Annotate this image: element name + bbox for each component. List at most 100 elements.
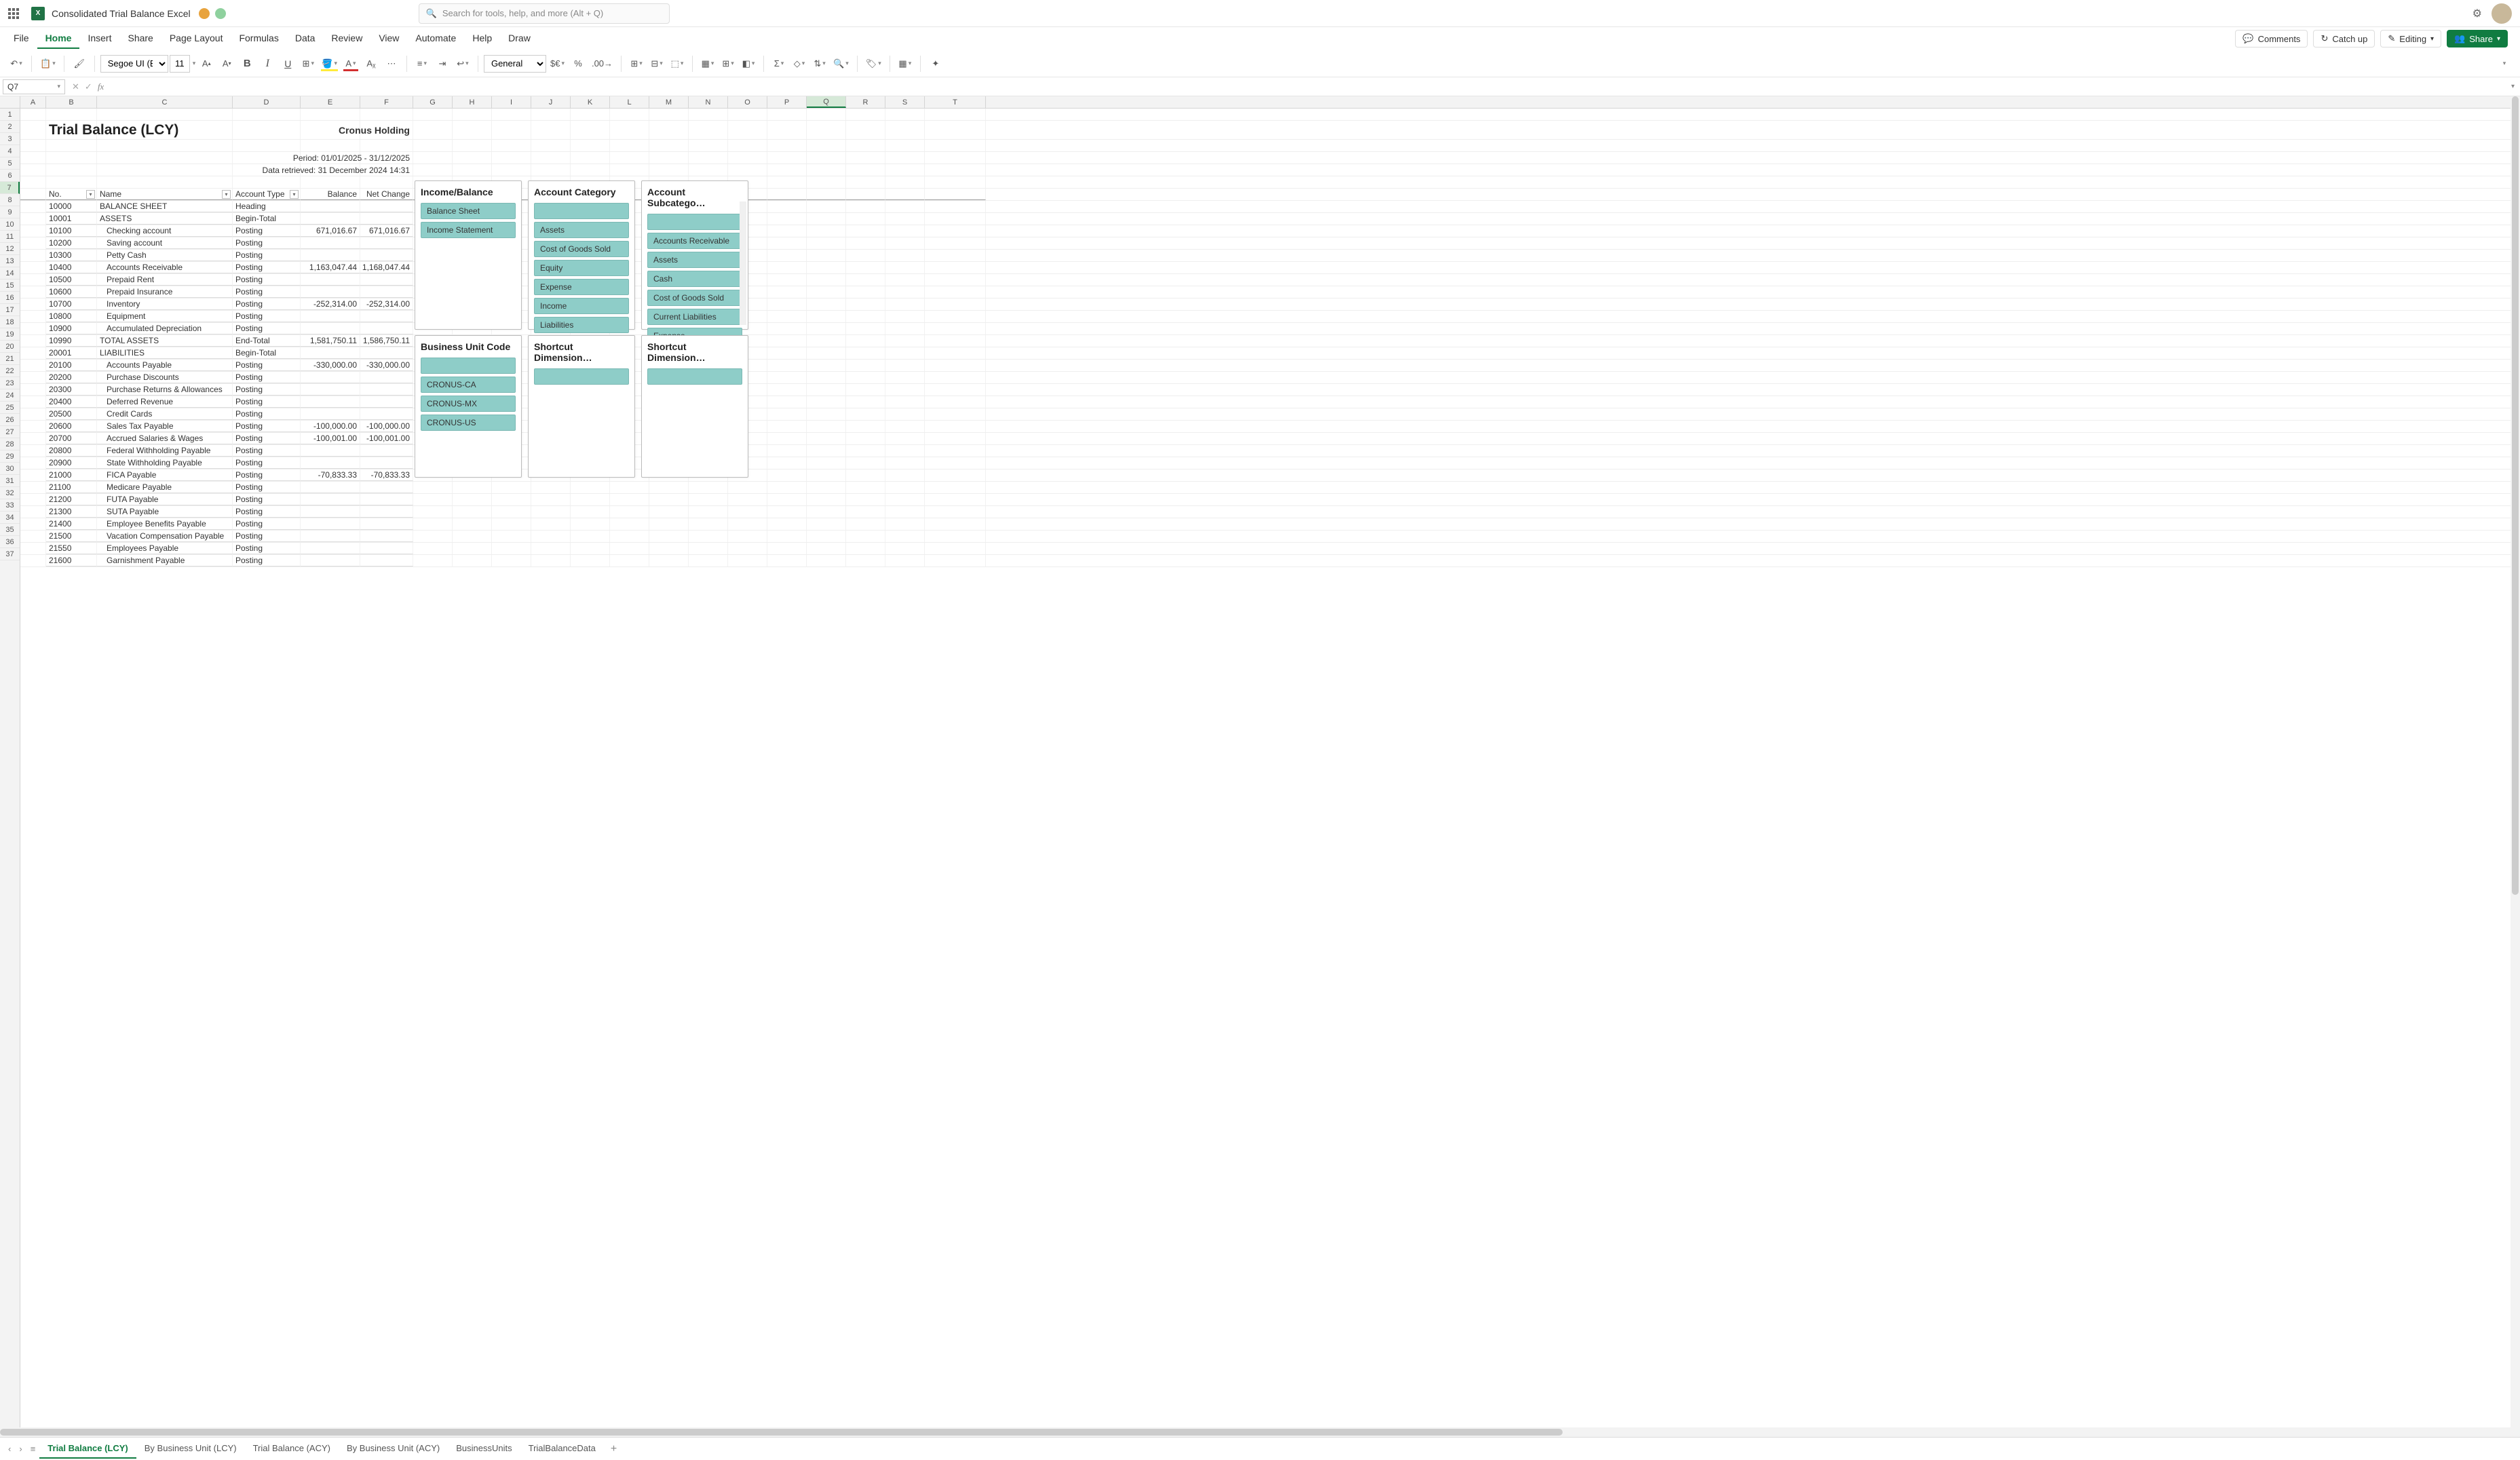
cell[interactable] <box>846 262 885 273</box>
slicer-item[interactable]: Accounts Receivable <box>647 233 742 249</box>
menu-automate[interactable]: Automate <box>407 28 464 49</box>
cell[interactable] <box>301 384 360 396</box>
cell[interactable] <box>360 274 413 286</box>
column-header-R[interactable]: R <box>846 96 885 108</box>
cell[interactable] <box>767 494 807 505</box>
cell[interactable] <box>807 421 846 432</box>
row-header-37[interactable]: 37 <box>0 548 20 560</box>
filter-button[interactable]: ▾ <box>290 190 299 199</box>
cell[interactable]: Prepaid Rent <box>97 274 233 286</box>
cell[interactable]: Posting <box>233 372 301 383</box>
cell[interactable]: Posting <box>233 482 301 493</box>
delete-cells-button[interactable]: ⊟▾ <box>647 54 666 73</box>
number-format-select[interactable]: General <box>484 55 546 73</box>
cell[interactable] <box>360 445 413 457</box>
row-header-32[interactable]: 32 <box>0 487 20 499</box>
cell[interactable] <box>925 408 986 420</box>
cell[interactable]: -100,000.00 <box>301 421 360 432</box>
slicer-item[interactable]: Current Liabilities <box>647 309 742 325</box>
cell[interactable] <box>492 494 531 505</box>
slicer-item[interactable]: Income <box>534 298 629 314</box>
row-header-1[interactable]: 1 <box>0 109 20 121</box>
cell[interactable] <box>767 250 807 261</box>
cell[interactable] <box>20 543 46 554</box>
cell[interactable] <box>925 433 986 444</box>
cell[interactable] <box>453 140 492 151</box>
cell[interactable] <box>649 518 689 530</box>
cell[interactable] <box>360 555 413 566</box>
cell[interactable] <box>413 543 453 554</box>
column-header-O[interactable]: O <box>728 96 767 108</box>
align-button[interactable]: ≡▾ <box>413 54 432 73</box>
cell[interactable] <box>807 274 846 286</box>
cell[interactable] <box>413 121 453 139</box>
cell[interactable] <box>807 201 846 212</box>
row-header-35[interactable]: 35 <box>0 524 20 536</box>
column-header-K[interactable]: K <box>571 96 610 108</box>
column-header-I[interactable]: I <box>492 96 531 108</box>
cell[interactable] <box>360 494 413 505</box>
cell[interactable] <box>301 372 360 383</box>
cell[interactable] <box>807 469 846 481</box>
cell[interactable] <box>767 531 807 542</box>
cell[interactable] <box>807 506 846 518</box>
cell[interactable] <box>807 396 846 408</box>
cell[interactable] <box>925 140 986 151</box>
column-header-H[interactable]: H <box>453 96 492 108</box>
column-header-A[interactable]: A <box>20 96 46 108</box>
cell[interactable] <box>728 164 767 176</box>
decrease-font-button[interactable]: A▾ <box>217 54 236 73</box>
cell[interactable]: 10001 <box>46 213 97 225</box>
cell[interactable] <box>885 311 925 322</box>
cell[interactable] <box>846 555 885 566</box>
cell[interactable]: -252,314.00 <box>301 299 360 310</box>
cell[interactable] <box>846 299 885 310</box>
cell[interactable] <box>807 384 846 396</box>
row-header-4[interactable]: 4 <box>0 145 20 157</box>
cell[interactable]: 20001 <box>46 347 97 359</box>
cell[interactable] <box>885 555 925 566</box>
row-header-23[interactable]: 23 <box>0 377 20 389</box>
cell[interactable] <box>846 140 885 151</box>
column-header-B[interactable]: B <box>46 96 97 108</box>
cell[interactable] <box>531 518 571 530</box>
cell[interactable] <box>453 518 492 530</box>
comments-button[interactable]: 💬Comments <box>2235 30 2308 47</box>
share-button[interactable]: 👥Share▾ <box>2447 30 2508 47</box>
cell[interactable] <box>20 299 46 310</box>
cell[interactable]: 1,581,750.11 <box>301 335 360 347</box>
cell[interactable] <box>885 360 925 371</box>
column-header-N[interactable]: N <box>689 96 728 108</box>
cell[interactable] <box>807 457 846 469</box>
cell[interactable] <box>807 372 846 383</box>
row-header-14[interactable]: 14 <box>0 267 20 280</box>
cell[interactable] <box>20 121 46 139</box>
cell[interactable] <box>846 396 885 408</box>
cell[interactable] <box>885 323 925 334</box>
cell[interactable] <box>925 121 986 139</box>
column-header-C[interactable]: C <box>97 96 233 108</box>
user-avatar[interactable] <box>2492 3 2512 24</box>
slicer-item[interactable] <box>647 214 742 230</box>
cell[interactable] <box>767 152 807 164</box>
cell[interactable] <box>925 213 986 225</box>
cell[interactable] <box>767 286 807 298</box>
cell[interactable]: 20500 <box>46 408 97 420</box>
cell[interactable]: Posting <box>233 518 301 530</box>
tab-nav-next[interactable]: › <box>15 1441 26 1457</box>
cell[interactable]: 1,168,047.44 <box>360 262 413 273</box>
autosum-button[interactable]: Σ▾ <box>769 54 788 73</box>
slicer-sd2[interactable]: Shortcut Dimension… <box>641 335 748 478</box>
cell[interactable] <box>413 555 453 566</box>
sensitivity-button[interactable]: 🏷▾ <box>863 54 884 73</box>
cell[interactable] <box>453 164 492 176</box>
cell[interactable]: 20900 <box>46 457 97 469</box>
cell[interactable]: Employee Benefits Payable <box>97 518 233 530</box>
sheet-tab[interactable]: Trial Balance (ACY) <box>245 1439 339 1459</box>
menu-page-layout[interactable]: Page Layout <box>161 28 231 49</box>
cell[interactable] <box>925 445 986 457</box>
cell[interactable] <box>413 109 453 120</box>
font-size-dropdown[interactable]: ▾ <box>193 60 196 67</box>
more-font-button[interactable]: ⋯ <box>382 54 401 73</box>
cell[interactable] <box>807 286 846 298</box>
